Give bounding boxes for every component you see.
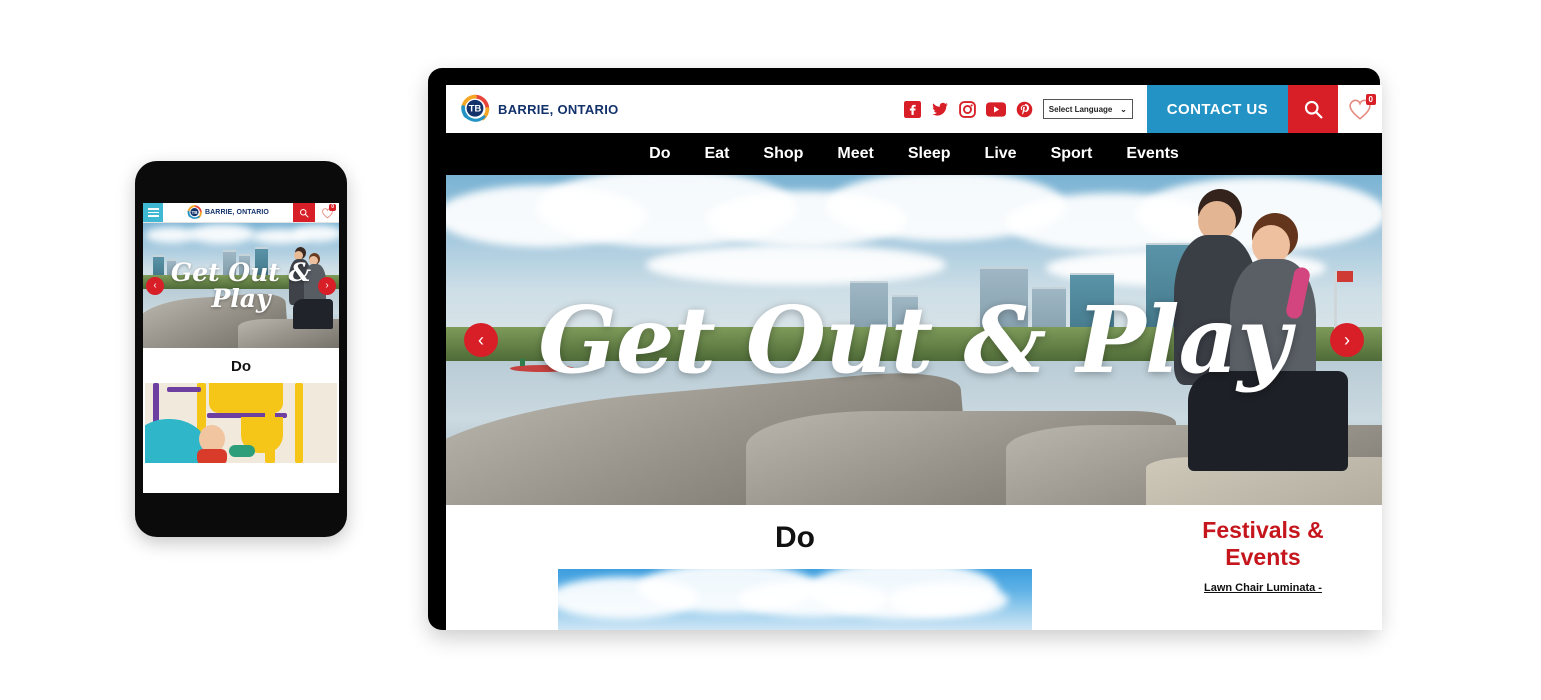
svg-text:TB: TB bbox=[469, 104, 482, 114]
desktop-viewport: TB BARRIE, ONTARIO Select Language ⌄ CON… bbox=[446, 85, 1382, 630]
desktop-device-mockup: TB BARRIE, ONTARIO Select Language ⌄ CON… bbox=[428, 68, 1382, 630]
nav-item-sleep[interactable]: Sleep bbox=[908, 145, 951, 163]
favorites-button[interactable]: 0 bbox=[1338, 85, 1382, 133]
sidebar-title: Festivals & Events bbox=[1158, 517, 1368, 571]
festivals-events-sidebar: Festivals & Events Lawn Chair Luminata - bbox=[1144, 505, 1382, 630]
slider-prev-button[interactable]: ‹ bbox=[464, 323, 498, 357]
mobile-favorites-count: 0 bbox=[329, 204, 336, 211]
mobile-do-section: Do bbox=[143, 348, 339, 463]
do-section: Do bbox=[446, 505, 1144, 630]
pinterest-icon[interactable] bbox=[1016, 101, 1033, 118]
mobile-section-title: Do bbox=[231, 358, 251, 375]
youtube-icon[interactable] bbox=[985, 101, 1006, 118]
mobile-header: TB BARRIE, ONTARIO 0 bbox=[143, 203, 339, 223]
mobile-hero-image bbox=[143, 223, 339, 348]
mobile-favorites-button[interactable]: 0 bbox=[315, 203, 339, 222]
mobile-slider-prev-button[interactable]: ‹ bbox=[146, 276, 164, 295]
phone-device-mockup: TB BARRIE, ONTARIO 0 Get Out & Play ‹ › … bbox=[135, 161, 347, 537]
section-title-do: Do bbox=[775, 521, 815, 554]
header-spacer bbox=[619, 85, 904, 133]
nav-item-shop[interactable]: Shop bbox=[763, 145, 803, 163]
hero-image bbox=[446, 175, 1382, 505]
nav-item-sport[interactable]: Sport bbox=[1051, 145, 1093, 163]
language-select[interactable]: Select Language ⌄ bbox=[1042, 99, 1133, 119]
search-icon bbox=[1304, 100, 1323, 119]
favorites-count-badge: 0 bbox=[1365, 94, 1376, 105]
nav-item-events[interactable]: Events bbox=[1126, 145, 1178, 163]
nav-item-live[interactable]: Live bbox=[985, 145, 1017, 163]
mobile-logo[interactable]: TB BARRIE, ONTARIO bbox=[163, 203, 293, 222]
contact-us-button[interactable]: CONTACT US bbox=[1146, 85, 1288, 133]
svg-text:TB: TB bbox=[192, 210, 199, 215]
nav-item-meet[interactable]: Meet bbox=[837, 145, 873, 163]
sidebar-title-line2: Events bbox=[1225, 544, 1301, 571]
phone-viewport: TB BARRIE, ONTARIO 0 Get Out & Play ‹ › … bbox=[143, 203, 339, 493]
mobile-do-card-image[interactable] bbox=[145, 383, 337, 463]
site-header: TB BARRIE, ONTARIO Select Language ⌄ CON… bbox=[446, 85, 1382, 133]
mobile-hero-slider: Get Out & Play ‹ › bbox=[143, 223, 339, 348]
do-feature-image[interactable] bbox=[558, 569, 1032, 630]
site-logo[interactable]: TB BARRIE, ONTARIO bbox=[446, 85, 619, 133]
tourism-barrie-swoosh-logo: TB bbox=[187, 205, 202, 219]
search-button[interactable] bbox=[1288, 85, 1338, 133]
screenshot-canvas: TB BARRIE, ONTARIO 0 Get Out & Play ‹ › … bbox=[0, 0, 1541, 700]
mobile-brand-name: BARRIE, ONTARIO bbox=[205, 209, 269, 216]
facebook-icon[interactable] bbox=[903, 100, 921, 118]
hamburger-menu-icon[interactable] bbox=[143, 203, 163, 222]
hero-slider: Get Out & Play ‹ › bbox=[446, 175, 1382, 505]
social-links bbox=[903, 85, 1043, 133]
search-icon bbox=[300, 208, 309, 217]
brand-name: BARRIE, ONTARIO bbox=[498, 101, 619, 117]
mobile-search-button[interactable] bbox=[293, 203, 315, 222]
language-select-value: Select Language bbox=[1048, 104, 1113, 114]
instagram-icon[interactable] bbox=[958, 100, 976, 118]
chevron-down-icon: ⌄ bbox=[1120, 104, 1127, 114]
nav-item-eat[interactable]: Eat bbox=[705, 145, 730, 163]
nav-item-do[interactable]: Do bbox=[649, 145, 670, 163]
main-navigation: Do Eat Shop Meet Sleep Live Sport Events bbox=[446, 133, 1382, 175]
event-link-lawn-chair-luminata[interactable]: Lawn Chair Luminata - bbox=[1158, 582, 1368, 594]
slider-next-button[interactable]: › bbox=[1330, 323, 1364, 357]
content-area: Do Festivals & Events Lawn Chair Luminat… bbox=[446, 505, 1382, 630]
sidebar-title-line1: Festivals & bbox=[1202, 517, 1324, 543]
mobile-slider-next-button[interactable]: › bbox=[318, 276, 336, 295]
twitter-icon[interactable] bbox=[931, 101, 949, 118]
tourism-barrie-swoosh-logo: TB bbox=[461, 94, 490, 122]
